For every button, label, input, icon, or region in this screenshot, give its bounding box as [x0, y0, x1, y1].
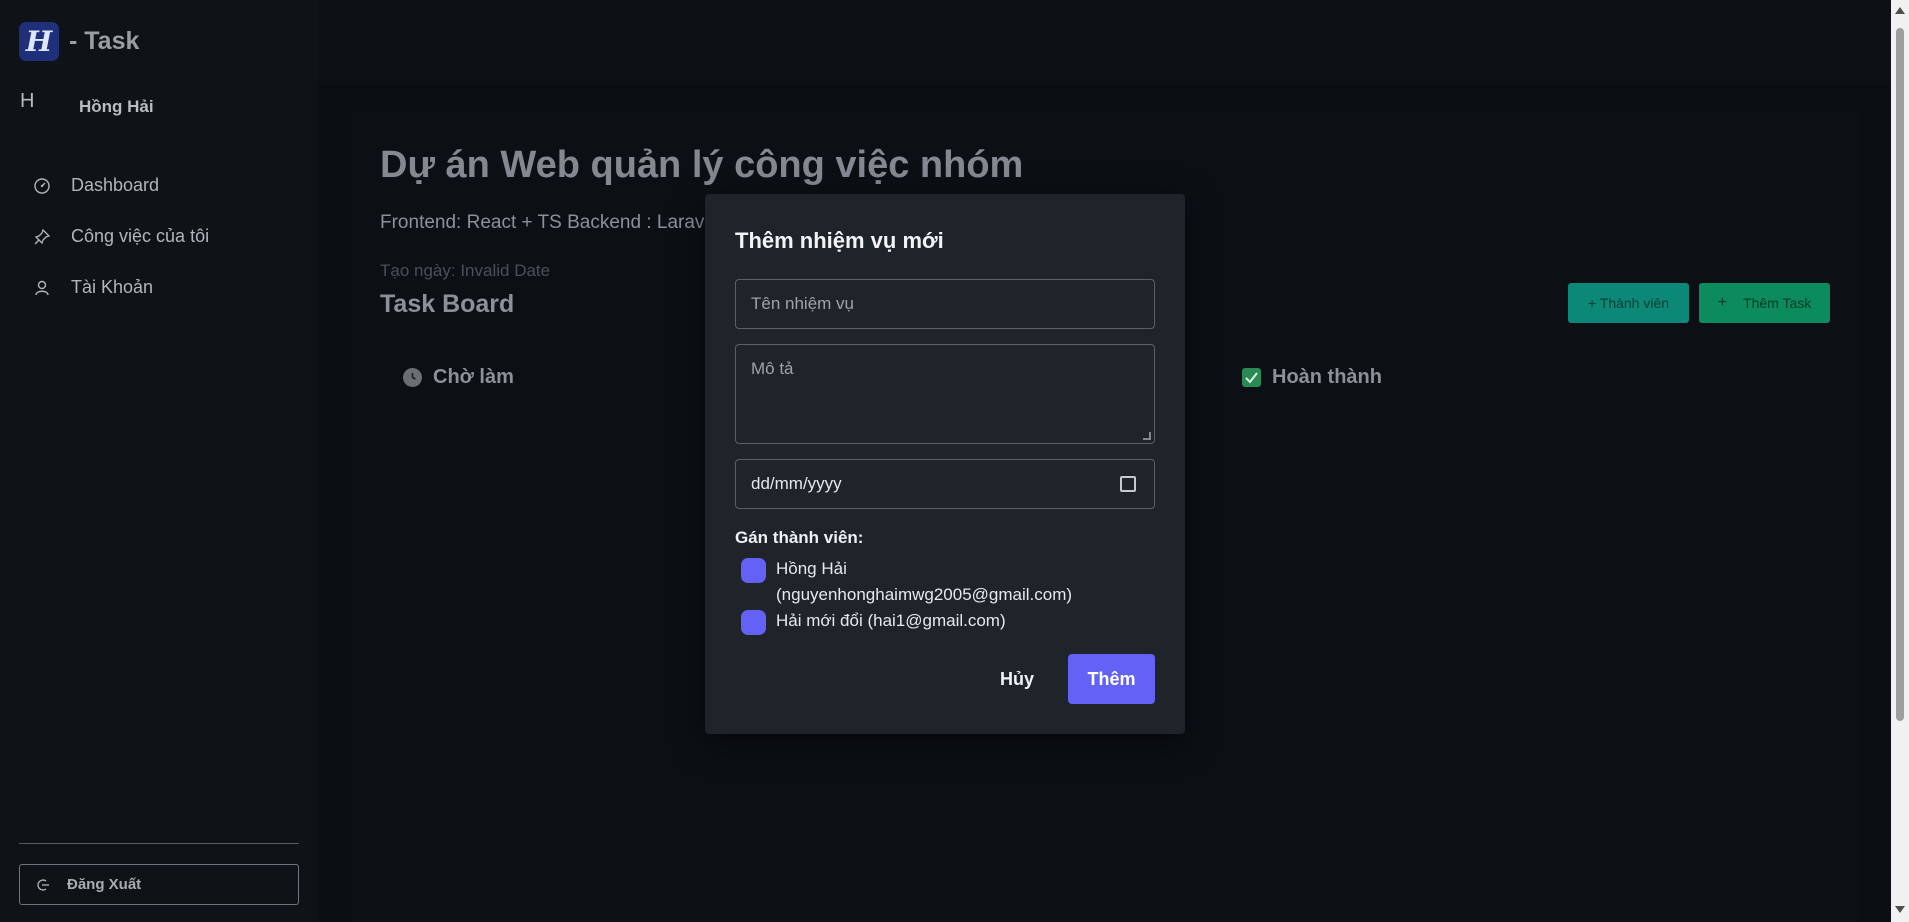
scroll-down-icon[interactable] [1895, 906, 1905, 913]
modal-title: Thêm nhiệm vụ mới [735, 228, 944, 253]
clock-icon [403, 368, 422, 387]
member-checkbox-1[interactable]: Hồng Hải (nguyenhonghaimwg2005@gmail.com… [741, 556, 1072, 608]
task-description-textarea[interactable]: Mô tả [735, 344, 1155, 444]
page-title: Dự án Web quản lý công việc nhóm [380, 144, 1024, 186]
sidebar: H - Task H Hồng Hải Dashboard Công việc … [0, 0, 318, 922]
add-member-button[interactable]: + Thành viên [1568, 283, 1689, 323]
pin-icon [34, 228, 51, 244]
created-date: Tạo ngày: Invalid Date [380, 261, 551, 280]
member-email: (nguyenhonghaimwg2005@gmail.com) [776, 585, 1073, 604]
description-placeholder: Mô tả [751, 359, 794, 378]
user-icon [35, 280, 49, 295]
due-date-input[interactable]: dd/mm/yyyy [735, 459, 1155, 509]
submit-button[interactable]: Thêm [1068, 654, 1155, 704]
sidebar-item-account[interactable]: Tài Khoản [33, 262, 209, 313]
sidebar-item-label: Tài Khoản [71, 277, 154, 297]
sidebar-nav: Dashboard Công việc của tôi Tài Khoản [33, 160, 209, 313]
app-logo[interactable]: H - Task [19, 22, 139, 61]
sidebar-divider [19, 843, 299, 844]
project-description: Frontend: React + TS Backend : Larav [380, 212, 705, 233]
logout-icon [37, 878, 49, 891]
app-root: H - Task H Hồng Hải Dashboard Công việc … [0, 0, 1909, 922]
logout-button[interactable]: Đăng Xuất [19, 864, 299, 905]
checkbox[interactable] [741, 558, 766, 583]
column-label: Hoàn thành [1272, 366, 1382, 388]
scroll-thumb[interactable] [1896, 28, 1904, 721]
column-todo-header: Chờ làm [403, 366, 514, 389]
avatar: H [20, 90, 35, 112]
app-title: - Task [69, 27, 140, 55]
sidebar-item-my-tasks[interactable]: Công việc của tôi [33, 211, 209, 262]
user-name: Hồng Hải [79, 97, 154, 116]
member-checkbox-2[interactable]: Hải mới đổi (hai1@gmail.com) [741, 608, 1006, 635]
sidebar-item-label: Công việc của tôi [71, 226, 210, 246]
resize-grip-icon[interactable] [1143, 432, 1151, 440]
page-scrollbar[interactable] [1891, 0, 1909, 922]
sidebar-item-label: Dashboard [71, 175, 160, 195]
board-title: Task Board [380, 290, 515, 318]
plus-icon: + [1717, 294, 1728, 311]
top-bar [318, 0, 1891, 82]
date-placeholder: dd/mm/yyyy [751, 474, 842, 493]
cancel-button[interactable]: Hủy [992, 654, 1042, 704]
scroll-up-icon[interactable] [1895, 7, 1905, 14]
checkbox-icon [1242, 368, 1261, 387]
dashboard-gauge-icon [34, 177, 50, 194]
column-done-header: Hoàn thành [1242, 366, 1382, 389]
member-label: Hải mới đổi (hai1@gmail.com) [776, 611, 1006, 630]
logout-label: Đăng Xuất [67, 876, 142, 893]
member-label: Hồng Hải (nguyenhonghaimwg2005@gmail.com… [776, 556, 1072, 608]
assign-members-label: Gán thành viên: [735, 528, 864, 547]
logo-icon: H [19, 22, 59, 61]
add-task-modal: Thêm nhiệm vụ mới Tên nhiệm vụ Mô tả dd/… [705, 194, 1185, 734]
task-name-input[interactable]: Tên nhiệm vụ [735, 279, 1155, 329]
add-task-label: Thêm Task [1743, 295, 1812, 311]
sidebar-item-dashboard[interactable]: Dashboard [33, 160, 209, 211]
add-task-button[interactable]: + Thêm Task [1699, 283, 1830, 323]
column-label: Chờ làm [433, 366, 514, 388]
checkbox[interactable] [741, 610, 766, 635]
calendar-icon[interactable] [1120, 476, 1136, 492]
member-name: Hồng Hải [776, 559, 847, 578]
